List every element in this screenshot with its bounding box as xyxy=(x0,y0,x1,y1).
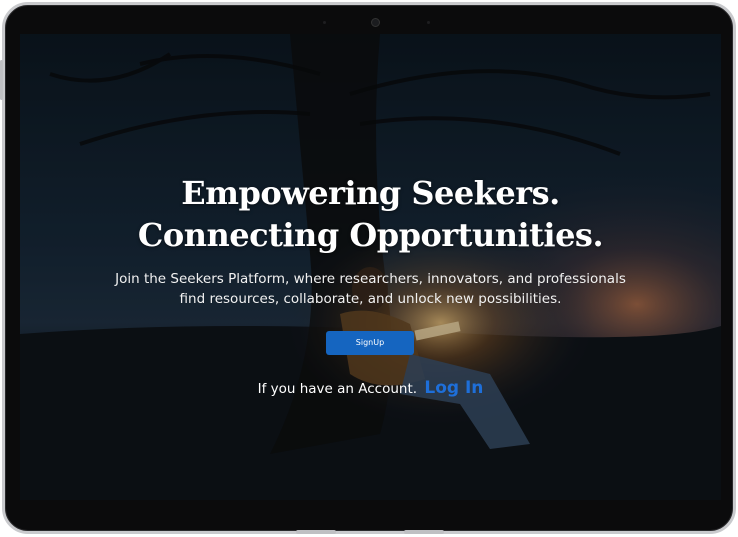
subtitle-line-1: Join the Seekers Platform, where researc… xyxy=(115,271,626,287)
sensor-dot xyxy=(323,21,326,24)
subtitle-line-2: find resources, collaborate, and unlock … xyxy=(179,291,562,307)
front-camera xyxy=(371,18,380,27)
screen: Empowering Seekers. Connecting Opportuni… xyxy=(20,34,721,500)
bottom-button xyxy=(296,530,336,534)
headline-line-2: Connecting Opportunities. xyxy=(137,216,604,254)
signup-button[interactable]: SignUp xyxy=(326,331,414,355)
side-button xyxy=(0,60,3,100)
hero-section: Empowering Seekers. Connecting Opportuni… xyxy=(20,34,721,500)
headline-line-1: Empowering Seekers. xyxy=(181,174,560,212)
login-link[interactable]: Log In xyxy=(424,378,483,398)
bottom-button xyxy=(404,530,444,534)
sensor-dot xyxy=(427,21,430,24)
account-prompt-text: If you have an Account. xyxy=(257,381,418,397)
login-prompt: If you have an Account. Log In xyxy=(20,378,721,398)
